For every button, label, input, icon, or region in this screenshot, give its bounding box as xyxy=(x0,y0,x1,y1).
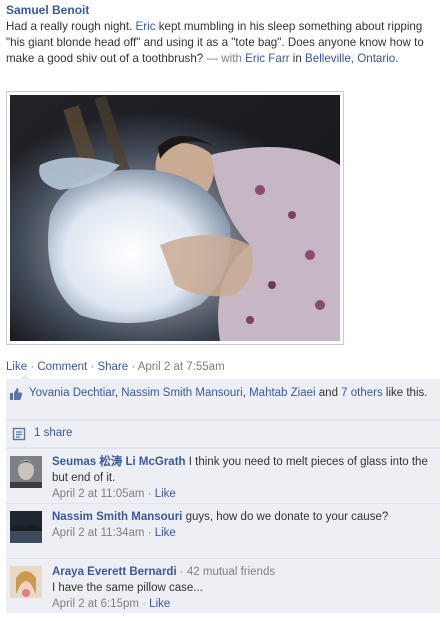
comment-text: guys, how do we donate to your cause? xyxy=(185,511,389,523)
post-message: Had a really rough night. Eric kept mumb… xyxy=(6,19,436,67)
commenter-name[interactable]: Araya Everett Bernardi xyxy=(52,566,177,578)
post-timestamp[interactable]: April 2 at 7:55am xyxy=(138,361,225,373)
liker-link[interactable]: Yovania Dechtiar xyxy=(29,387,115,399)
feedback-section: Yovania Dechtiar, Nassim Smith Mansouri,… xyxy=(6,374,440,613)
with-label: — with xyxy=(203,52,246,65)
post-photo[interactable] xyxy=(10,95,340,341)
like-suffix: like this. xyxy=(382,387,428,399)
comment-item: Seumas 松涛 Li McGrath I think you need to… xyxy=(6,448,440,503)
tagged-friend-link[interactable]: Eric Farr xyxy=(245,52,289,65)
comment-time[interactable]: April 2 at 6:15pm xyxy=(52,598,139,610)
separator: · xyxy=(87,361,98,373)
comment-text: I have the same pillow case... xyxy=(52,582,203,594)
post-actions: Like · Comment · Share · April 2 at 7:55… xyxy=(6,361,225,373)
shares-count-link[interactable]: 1 share xyxy=(34,427,72,439)
comment-body: Araya Everett Bernardi · 42 mutual frien… xyxy=(52,564,432,612)
comment-like-link[interactable]: Like xyxy=(155,527,176,539)
period: . xyxy=(395,52,399,65)
others-link[interactable]: 7 others xyxy=(341,387,383,399)
post-photo-frame[interactable] xyxy=(6,91,344,345)
comment-meta: April 2 at 11:34am · Like xyxy=(52,527,176,539)
share-link[interactable]: Share xyxy=(97,361,128,373)
thumbs-up-icon xyxy=(9,387,23,403)
comment-body: Nassim Smith Mansouri guys, how do we do… xyxy=(52,509,432,541)
separator: · xyxy=(128,361,138,373)
likes-text: Yovania Dechtiar, Nassim Smith Mansouri,… xyxy=(29,385,433,401)
mutual-friends[interactable]: · 42 mutual friends xyxy=(180,566,275,578)
commenter-name[interactable]: Nassim Smith Mansouri xyxy=(52,511,182,523)
post-text-part: Had a really rough night. xyxy=(6,20,136,33)
post-author[interactable]: Samuel Benoit xyxy=(6,3,89,17)
avatar[interactable] xyxy=(10,566,42,598)
comment-meta: April 2 at 11:05am · Like xyxy=(52,488,176,500)
commenter-name[interactable]: Seumas 松涛 Li McGrath xyxy=(52,456,186,468)
comment-link[interactable]: Comment xyxy=(37,361,87,373)
comment-like-link[interactable]: Like xyxy=(149,598,170,610)
comment-body: Seumas 松涛 Li McGrath I think you need to… xyxy=(52,454,432,502)
avatar[interactable] xyxy=(10,456,42,488)
in-label: in xyxy=(289,52,306,65)
and-label: and xyxy=(315,387,342,399)
comment-item: Araya Everett Bernardi · 42 mutual frien… xyxy=(6,558,440,613)
location-link[interactable]: Belleville, Ontario xyxy=(305,52,395,65)
feed-story: Samuel Benoit Had a really rough night. … xyxy=(0,0,446,621)
comment-time[interactable]: April 2 at 11:05am xyxy=(52,488,144,500)
like-link[interactable]: Like xyxy=(6,361,27,373)
comment-time[interactable]: April 2 at 11:34am xyxy=(52,527,144,539)
likes-summary: Yovania Dechtiar, Nassim Smith Mansouri,… xyxy=(6,379,440,420)
comment-meta: April 2 at 6:15pm · Like xyxy=(52,598,171,610)
comment-like-link[interactable]: Like xyxy=(155,488,176,500)
mention-eric[interactable]: Eric xyxy=(136,20,156,33)
avatar[interactable] xyxy=(10,511,42,543)
shares-summary: 1 share xyxy=(6,420,440,448)
separator: · xyxy=(27,361,38,373)
liker-link[interactable]: Nassim Smith Mansouri xyxy=(121,387,242,399)
share-icon xyxy=(12,427,26,444)
liker-link[interactable]: Mahtab Ziaei xyxy=(249,387,315,399)
comment-item: Nassim Smith Mansouri guys, how do we do… xyxy=(6,503,440,558)
